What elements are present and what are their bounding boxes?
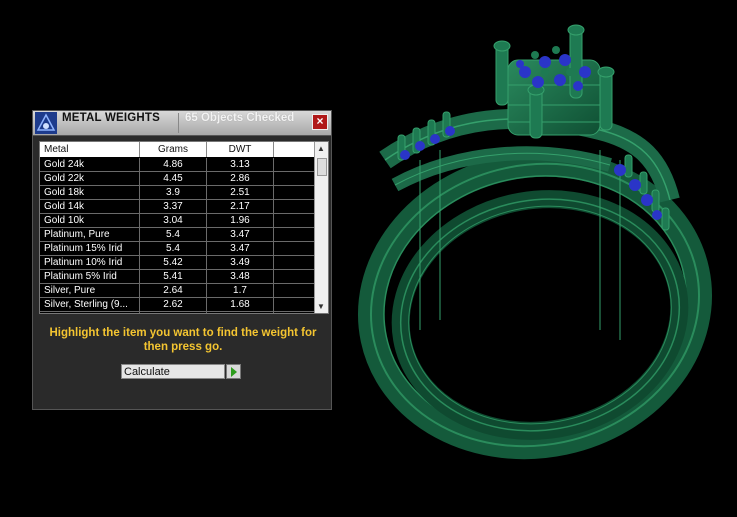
table-row[interactable]: Platinum 15% Irid 5.4 3.47 (40, 242, 316, 256)
cell-dwt: 1.7 (207, 284, 274, 297)
table-scrollbar[interactable]: ▲ ▼ (314, 142, 328, 313)
cell-metal: Silver, Coin (900) (40, 312, 140, 313)
instructions-line-1: Highlight the item you want to find the … (49, 327, 317, 339)
cell-dwt: 3.49 (207, 256, 274, 269)
cell-grams: 4.45 (140, 172, 207, 185)
cell-grams: 5.4 (140, 242, 207, 255)
cell-dwt: 3.47 (207, 242, 274, 255)
table-row[interactable]: Silver, Sterling (9... 2.62 1.68 (40, 298, 316, 312)
cell-dwt: 1.67 (207, 312, 274, 313)
cell-dwt: 3.13 (207, 158, 274, 171)
table-row[interactable]: Gold 10k 3.04 1.96 (40, 214, 316, 228)
cell-blank (274, 200, 316, 213)
cell-metal: Platinum 5% Irid (40, 270, 140, 283)
metal-weights-panel: METAL WEIGHTS 65 Objects Checked × Metal… (32, 110, 332, 410)
cell-dwt: 2.51 (207, 186, 274, 199)
cell-blank (274, 256, 316, 269)
play-arrow-icon (231, 367, 237, 377)
scroll-down-icon[interactable]: ▼ (317, 302, 325, 311)
table-row[interactable]: Gold 24k 4.86 3.13 (40, 158, 316, 172)
title-divider (178, 113, 179, 133)
cell-dwt: 1.68 (207, 298, 274, 311)
go-button[interactable] (226, 364, 241, 379)
cell-metal: Gold 18k (40, 186, 140, 199)
table-row[interactable]: Gold 18k 3.9 2.51 (40, 186, 316, 200)
cell-grams: 5.41 (140, 270, 207, 283)
table-row[interactable]: Silver, Pure 2.64 1.7 (40, 284, 316, 298)
cell-blank (274, 228, 316, 241)
cell-blank (274, 270, 316, 283)
table-row[interactable]: Silver, Coin (900)2.591.67 (40, 312, 316, 313)
cell-metal: Gold 24k (40, 158, 140, 171)
calculate-dropdown[interactable]: Calculate (121, 364, 225, 379)
cell-blank (274, 298, 316, 311)
column-header-metal[interactable]: Metal (40, 142, 140, 157)
panel-title: METAL WEIGHTS (62, 112, 161, 124)
cell-grams: 2.64 (140, 284, 207, 297)
instructions-line-2: then press go. (143, 341, 223, 353)
cell-metal: Platinum, Pure (40, 228, 140, 241)
table-row[interactable]: Gold 14k 3.37 2.17 (40, 200, 316, 214)
cell-blank (274, 214, 316, 227)
cell-grams: 5.42 (140, 256, 207, 269)
cell-dwt: 1.96 (207, 214, 274, 227)
cell-metal: Platinum 10% Irid (40, 256, 140, 269)
cell-dwt: 2.86 (207, 172, 274, 185)
cell-metal: Gold 10k (40, 214, 140, 227)
column-header-grams[interactable]: Grams (140, 142, 207, 157)
column-header-blank (274, 142, 316, 157)
cell-grams: 2.62 (140, 298, 207, 311)
table-body: Gold 24k 4.86 3.13 Gold 22k 4.45 2.86 Gold 18k… (40, 158, 316, 313)
cell-metal: Silver, Sterling (9... (40, 298, 140, 311)
app-logo-icon (35, 112, 57, 134)
objects-checked-status: 65 Objects Checked (185, 112, 295, 124)
cell-metal: Platinum 15% Irid (40, 242, 140, 255)
scroll-up-icon[interactable]: ▲ (317, 144, 325, 153)
instructions-text: Highlight the item you want to find the … (39, 326, 327, 354)
table-row[interactable]: Gold 22k 4.45 2.86 (40, 172, 316, 186)
cell-metal: Gold 14k (40, 200, 140, 213)
cell-blank (274, 284, 316, 297)
cell-dwt: 3.48 (207, 270, 274, 283)
cell-grams: 3.9 (140, 186, 207, 199)
cell-metal: Silver, Pure (40, 284, 140, 297)
cell-grams: 2.59 (140, 312, 207, 313)
scroll-thumb[interactable] (317, 158, 327, 176)
cell-dwt: 3.47 (207, 228, 274, 241)
cell-blank (274, 312, 316, 313)
metal-weights-table[interactable]: Metal Grams DWT Gold 24k 4.86 3.13 Gold 22k… (39, 141, 329, 314)
table-row[interactable]: Platinum 10% Irid 5.42 3.49 (40, 256, 316, 270)
table-row[interactable]: Platinum, Pure 5.4 3.47 (40, 228, 316, 242)
cell-dwt: 2.17 (207, 200, 274, 213)
table-header: Metal Grams DWT (40, 142, 316, 157)
cell-blank (274, 172, 316, 185)
cell-grams: 5.4 (140, 228, 207, 241)
cell-blank (274, 242, 316, 255)
close-icon[interactable]: × (312, 114, 328, 130)
cell-blank (274, 158, 316, 171)
cell-blank (274, 186, 316, 199)
cell-metal: Gold 22k (40, 172, 140, 185)
column-header-dwt[interactable]: DWT (207, 142, 274, 157)
table-row[interactable]: Platinum 5% Irid 5.41 3.48 (40, 270, 316, 284)
cell-grams: 3.04 (140, 214, 207, 227)
panel-titlebar[interactable]: METAL WEIGHTS 65 Objects Checked × (33, 111, 331, 136)
cell-grams: 3.37 (140, 200, 207, 213)
cell-grams: 4.86 (140, 158, 207, 171)
